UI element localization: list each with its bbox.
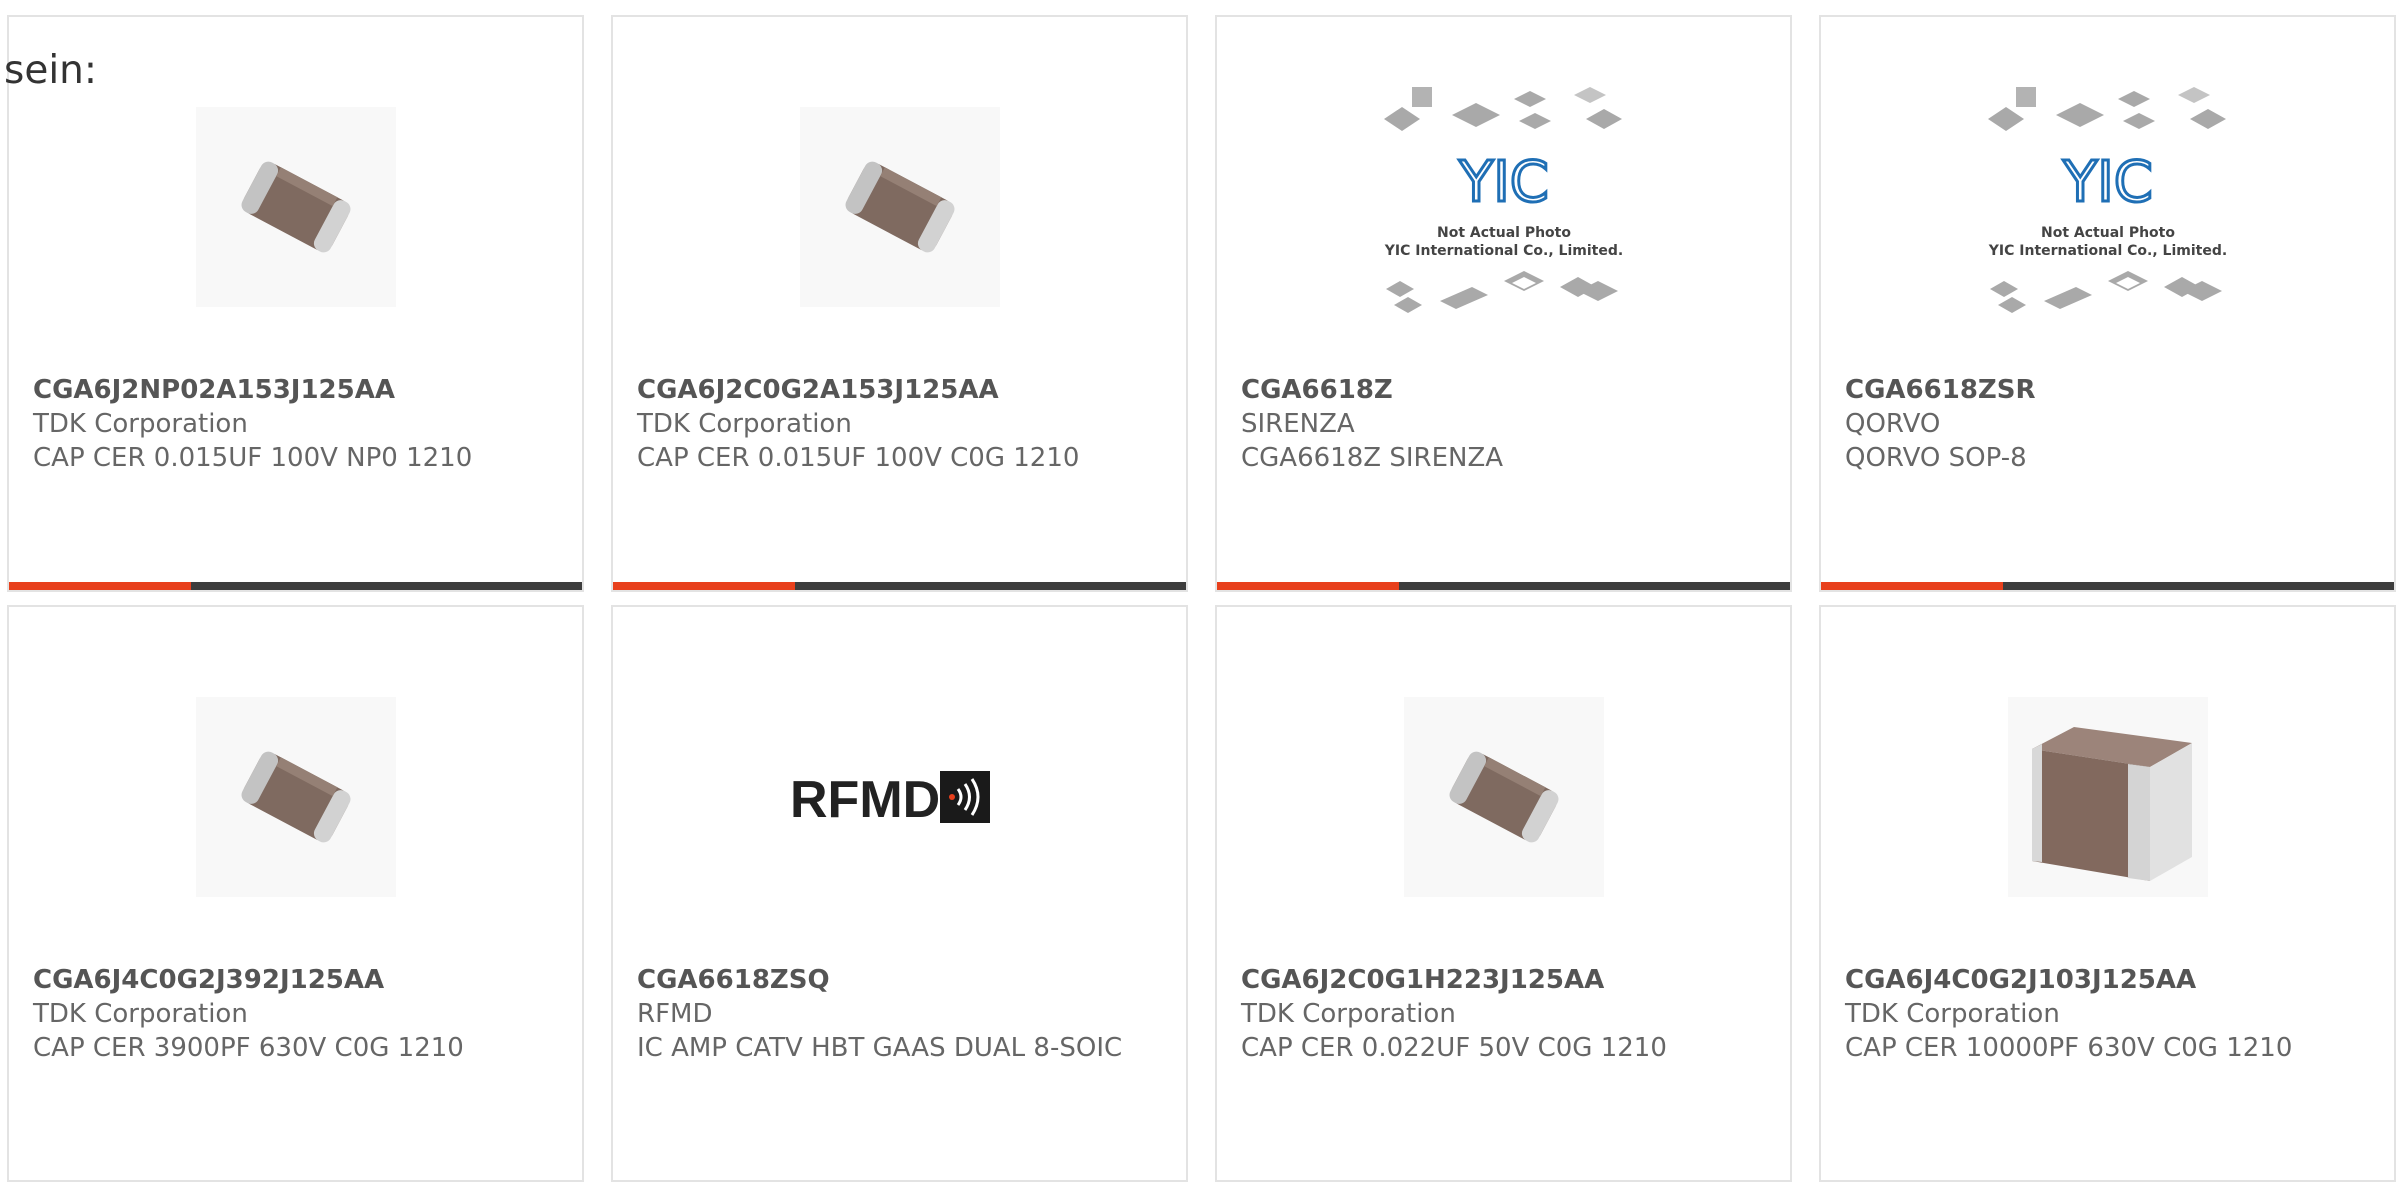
manufacturer: TDK Corporation <box>33 999 248 1029</box>
product-image[interactable]: YIC Not Actual Photo YIC International C… <box>1217 67 1790 347</box>
product-card[interactable]: YIC Not Actual Photo YIC International C… <box>1819 15 2396 592</box>
product-image[interactable] <box>1217 657 1790 937</box>
card-footer-bar <box>613 582 1186 590</box>
manufacturer: QORVO <box>1845 409 1941 439</box>
capacitor-chip-icon <box>1403 697 1604 897</box>
part-number[interactable]: CGA6J4C0G2J392J125AA <box>33 963 552 997</box>
part-number[interactable]: CGA6618ZSQ <box>637 963 1156 997</box>
description: QORVO SOP-8 <box>1845 443 2027 473</box>
capacitor-chip-icon <box>799 107 1000 307</box>
product-image[interactable]: YIC Not Actual Photo YIC International C… <box>1821 67 2394 347</box>
product-card[interactable]: CGA6J2C0G2A153J125AA TDK Corporation CAP… <box>611 15 1188 592</box>
capacitor-chip-icon <box>195 107 396 307</box>
yic-logo: YIC <box>2062 150 2153 215</box>
manufacturer: RFMD <box>637 999 713 1029</box>
yic-company-text: YIC International Co., Limited. <box>1987 243 2226 259</box>
part-number[interactable]: CGA6J2NP02A153J125AA <box>33 373 552 407</box>
part-number[interactable]: CGA6J2C0G1H223J125AA <box>1241 963 1760 997</box>
part-number[interactable]: CGA6618Z <box>1241 373 1760 407</box>
product-card[interactable]: CGA6J2NP02A153J125AA TDK Corporation CAP… <box>7 15 584 592</box>
manufacturer: TDK Corporation <box>33 409 248 439</box>
rfmd-logo-text: RFMD <box>790 771 940 829</box>
product-card[interactable]: RFMD CGA6618ZSQ RFMD IC AMP CATV HBT GAA… <box>611 605 1188 1182</box>
yic-placeholder-image: YIC Not Actual Photo YIC International C… <box>1383 87 1623 313</box>
product-image[interactable] <box>613 67 1186 347</box>
card-footer-bar <box>9 582 582 590</box>
product-card[interactable]: CGA6J4C0G2J392J125AA TDK Corporation CAP… <box>7 605 584 1182</box>
capacitor-large-icon <box>2007 697 2208 897</box>
product-card[interactable]: CGA6J4C0G2J103J125AA TDK Corporation CAP… <box>1819 605 2396 1182</box>
intro-text: sein: <box>4 48 98 93</box>
not-actual-photo-text: Not Actual Photo <box>1437 225 1571 241</box>
manufacturer: TDK Corporation <box>1845 999 2060 1029</box>
product-image[interactable]: RFMD <box>613 657 1186 937</box>
product-image[interactable] <box>1821 657 2394 937</box>
yic-placeholder-image: YIC Not Actual Photo YIC International C… <box>1987 87 2227 313</box>
rfmd-logo: RFMD <box>790 771 990 829</box>
description: IC AMP CATV HBT GAAS DUAL 8-SOIC <box>637 1033 1123 1063</box>
not-actual-photo-text: Not Actual Photo <box>2041 225 2175 241</box>
part-number[interactable]: CGA6J4C0G2J103J125AA <box>1845 963 2364 997</box>
description: CAP CER 0.022UF 50V C0G 1210 <box>1241 1033 1667 1063</box>
manufacturer: TDK Corporation <box>1241 999 1456 1029</box>
description: CAP CER 10000PF 630V C0G 1210 <box>1845 1033 2293 1063</box>
yic-logo: YIC <box>1458 150 1549 215</box>
part-number[interactable]: CGA6J2C0G2A153J125AA <box>637 373 1156 407</box>
product-card[interactable]: YIC Not Actual Photo YIC International C… <box>1215 15 1792 592</box>
card-footer-bar <box>1821 582 2394 590</box>
product-image[interactable] <box>9 657 582 937</box>
yic-company-text: YIC International Co., Limited. <box>1383 243 1622 259</box>
card-footer-bar <box>1217 582 1790 590</box>
description: CAP CER 3900PF 630V C0G 1210 <box>33 1033 464 1063</box>
description: CGA6618Z SIRENZA <box>1241 443 1504 473</box>
manufacturer: SIRENZA <box>1241 409 1355 439</box>
manufacturer: TDK Corporation <box>637 409 852 439</box>
capacitor-chip-icon <box>195 697 396 897</box>
description: CAP CER 0.015UF 100V C0G 1210 <box>637 443 1080 473</box>
description: CAP CER 0.015UF 100V NP0 1210 <box>33 443 473 473</box>
part-number[interactable]: CGA6618ZSR <box>1845 373 2364 407</box>
product-card[interactable]: CGA6J2C0G1H223J125AA TDK Corporation CAP… <box>1215 605 1792 1182</box>
product-image[interactable] <box>9 67 582 347</box>
